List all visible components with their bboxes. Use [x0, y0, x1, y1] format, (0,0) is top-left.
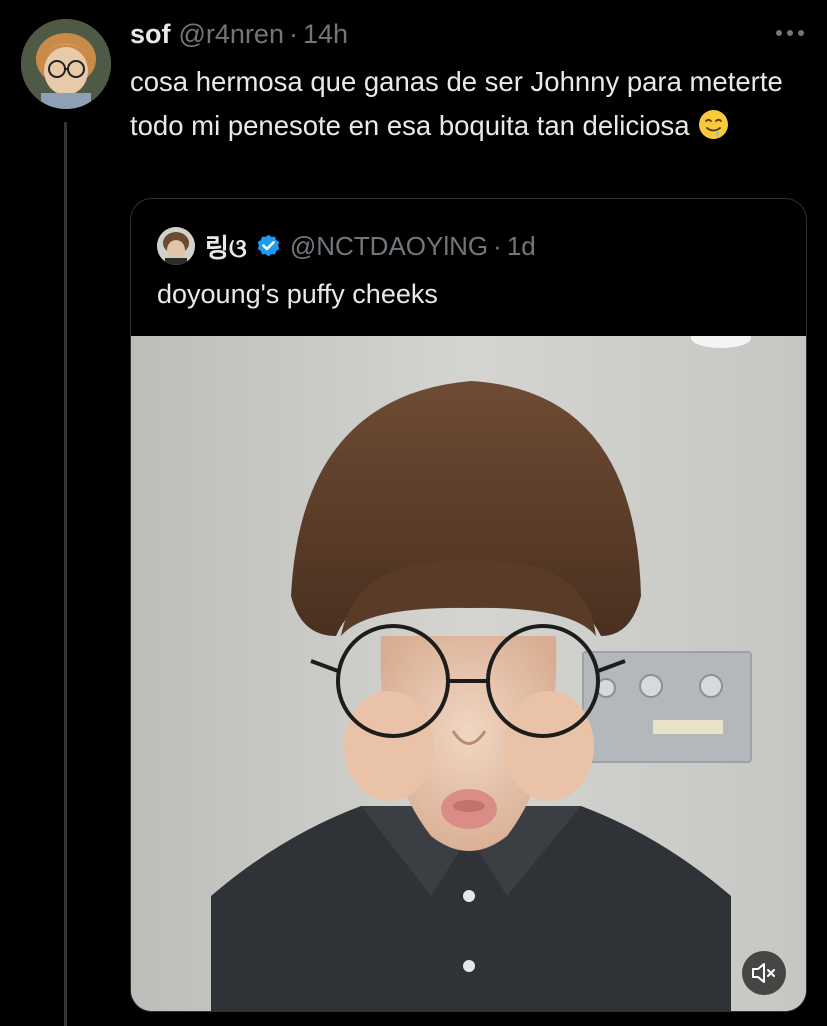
mute-button[interactable]	[742, 951, 786, 995]
quoted-tweet-timestamp[interactable]: 1d	[507, 231, 536, 262]
tweet[interactable]: sof @r4nren · 14h cosa hermosa que ganas…	[0, 0, 827, 1026]
video-frame	[131, 336, 806, 1011]
quoted-author-avatar[interactable]	[157, 227, 195, 265]
video-player[interactable]	[131, 336, 806, 1011]
drooling-face-icon	[698, 109, 729, 140]
more-horizontal-icon[interactable]	[775, 22, 805, 44]
quoted-author-handle[interactable]: @NCTDAOYlNG	[290, 231, 488, 262]
tweet-timestamp[interactable]: 14h	[303, 19, 348, 50]
speaker-muted-icon	[752, 963, 775, 983]
quoted-tweet-card[interactable]: 링ଓ @NCTDAOYlNG · 1d doyoung's puffy chee…	[130, 198, 807, 1012]
tweet-text: cosa hermosa que ganas de ser Johnny par…	[130, 60, 810, 148]
quoted-tweet-header: 링ଓ @NCTDAOYlNG · 1d	[157, 226, 536, 266]
author-handle[interactable]: @r4nren	[179, 19, 284, 50]
separator-dot: ·	[493, 230, 502, 261]
thread-line	[64, 122, 67, 1026]
quoted-author-display-name[interactable]: 링ଓ	[205, 228, 247, 265]
quoted-tweet-text: doyoung's puffy cheeks	[157, 279, 438, 309]
author-display-name[interactable]: sof	[130, 19, 171, 50]
tweet-text-body: cosa hermosa que ganas de ser Johnny par…	[130, 66, 783, 141]
author-avatar[interactable]	[21, 19, 111, 109]
separator-dot: ·	[288, 18, 298, 49]
verified-badge-icon	[257, 234, 280, 256]
tweet-header: sof @r4nren · 14h	[130, 14, 348, 54]
